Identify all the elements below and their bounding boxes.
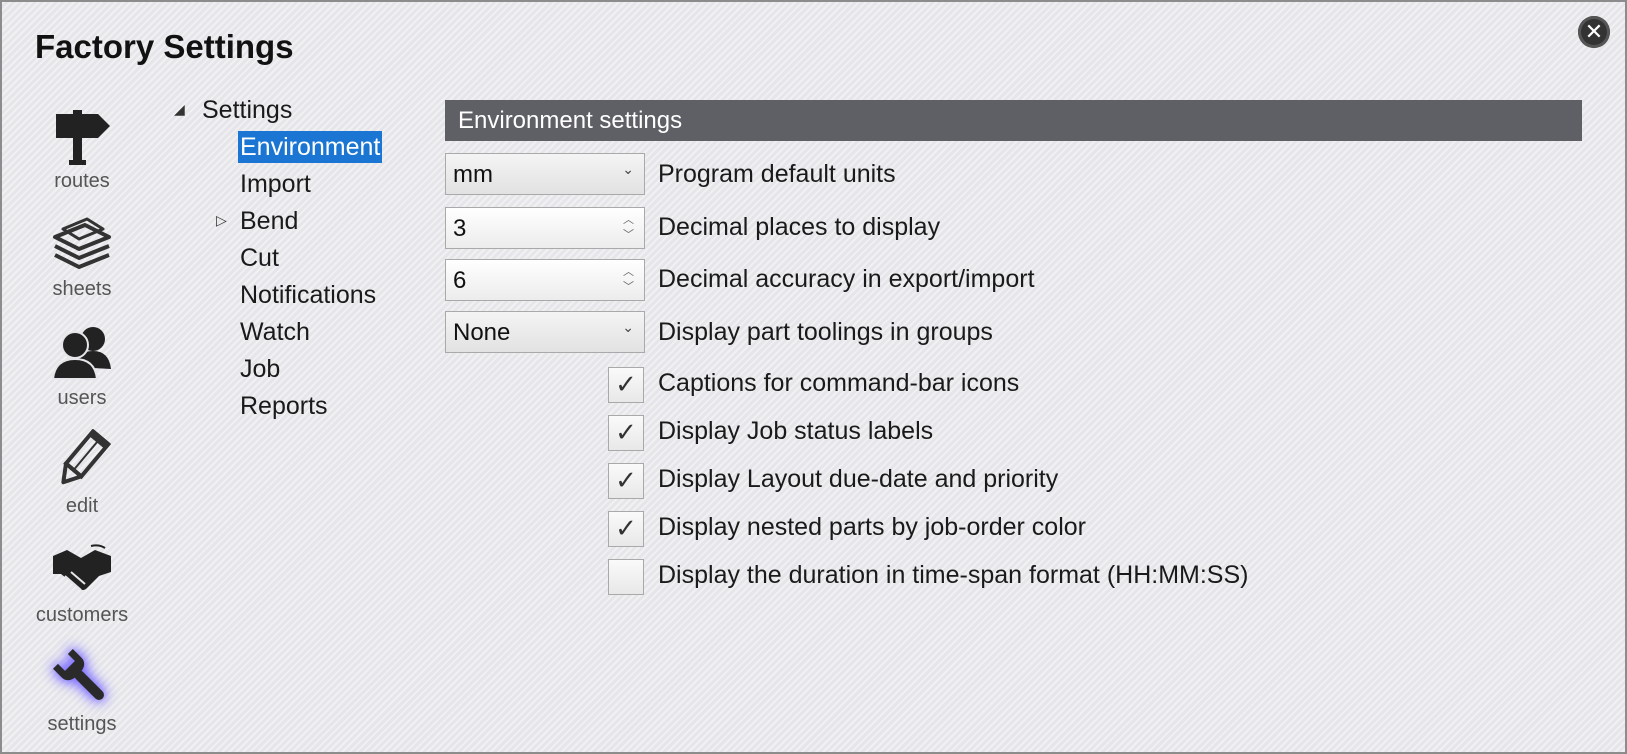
- nav-label-customers: customers: [35, 604, 129, 626]
- nav-item-sheets[interactable]: sheets: [2, 210, 162, 315]
- tree-node-settings[interactable]: Settings: [200, 94, 294, 126]
- chevron-down-icon: ⌄: [622, 161, 634, 177]
- tree-node-bend[interactable]: Bend: [238, 205, 300, 237]
- nested-parts-color-checkbox[interactable]: ✓: [608, 511, 644, 547]
- nested-parts-color-checkbox-label: Display nested parts by job-order color: [658, 513, 1086, 541]
- units-select[interactable]: mm ⌄: [445, 153, 645, 195]
- captions-checkbox-label: Captions for command-bar icons: [658, 369, 1020, 397]
- toolings-groups-label: Display part toolings in groups: [658, 318, 993, 346]
- nav-item-customers[interactable]: customers: [2, 536, 162, 641]
- tree-node-reports[interactable]: Reports: [238, 390, 330, 422]
- nav-item-settings[interactable]: settings: [2, 645, 162, 750]
- time-span-format-checkbox[interactable]: [608, 559, 644, 595]
- checkmark-icon: ✓: [615, 370, 637, 400]
- wrench-icon: [50, 645, 114, 711]
- users-icon: [50, 319, 114, 385]
- nav-label-edit: edit: [65, 495, 99, 517]
- stacked-sheets-icon: [50, 210, 114, 276]
- due-date-checkbox[interactable]: ✓: [608, 463, 644, 499]
- job-status-checkbox[interactable]: ✓: [608, 415, 644, 451]
- toolings-groups-value: None: [453, 319, 511, 346]
- close-icon[interactable]: ✕: [1578, 16, 1610, 48]
- tree-node-cut[interactable]: Cut: [238, 242, 281, 274]
- tree-node-job[interactable]: Job: [238, 353, 282, 385]
- window-title: Factory Settings: [35, 28, 294, 65]
- decimal-accuracy-value: 6: [453, 267, 467, 294]
- chevron-down-icon: ⌄: [622, 319, 634, 335]
- nav-label-sheets: sheets: [52, 278, 112, 300]
- due-date-checkbox-label: Display Layout due-date and priority: [658, 465, 1059, 493]
- tree-node-notifications[interactable]: Notifications: [238, 279, 378, 311]
- nav-label-routes: routes: [54, 170, 110, 192]
- decimal-accuracy-spinner[interactable]: 6 ︿ ﹀: [445, 259, 645, 301]
- decimal-places-value: 3: [453, 215, 467, 242]
- decimal-accuracy-label: Decimal accuracy in export/import: [658, 265, 1035, 293]
- spin-up-icon[interactable]: ︿: [623, 267, 634, 278]
- handshake-icon: [50, 536, 114, 602]
- job-status-checkbox-label: Display Job status labels: [658, 417, 934, 445]
- nav-item-edit[interactable]: edit: [2, 427, 162, 532]
- tree-node-watch[interactable]: Watch: [238, 316, 312, 348]
- tree-node-import[interactable]: Import: [238, 168, 313, 200]
- checkmark-icon: ✓: [615, 466, 637, 496]
- nav-item-routes[interactable]: routes: [2, 102, 162, 207]
- toolings-groups-select[interactable]: None ⌄: [445, 311, 645, 353]
- time-span-format-checkbox-label: Display the duration in time-span format…: [658, 561, 1249, 589]
- spin-up-icon[interactable]: ︿: [623, 215, 634, 226]
- tree-node-environment[interactable]: Environment: [238, 131, 383, 163]
- pencil-icon: [50, 427, 114, 493]
- checkmark-icon: ✓: [615, 418, 637, 448]
- nav-item-users[interactable]: users: [2, 319, 162, 424]
- factory-settings-window: Factory Settings ✕ routes sheets users e…: [0, 0, 1627, 754]
- units-select-value: mm: [453, 161, 493, 188]
- nav-label-users: users: [57, 387, 107, 409]
- nav-label-settings: settings: [47, 713, 117, 735]
- decimal-places-spinner[interactable]: 3 ︿ ﹀: [445, 207, 645, 249]
- checkmark-icon: ✓: [615, 514, 637, 544]
- spin-down-icon[interactable]: ﹀: [623, 282, 634, 293]
- tree-collapsed-arrow-icon[interactable]: ▷: [216, 213, 227, 229]
- section-header: Environment settings: [445, 100, 1582, 141]
- units-label: Program default units: [658, 160, 896, 188]
- signpost-icon: [50, 102, 114, 168]
- captions-checkbox[interactable]: ✓: [608, 367, 644, 403]
- spin-down-icon[interactable]: ﹀: [623, 230, 634, 241]
- decimal-places-label: Decimal places to display: [658, 213, 941, 241]
- tree-expanded-arrow-icon[interactable]: ◢: [174, 102, 185, 118]
